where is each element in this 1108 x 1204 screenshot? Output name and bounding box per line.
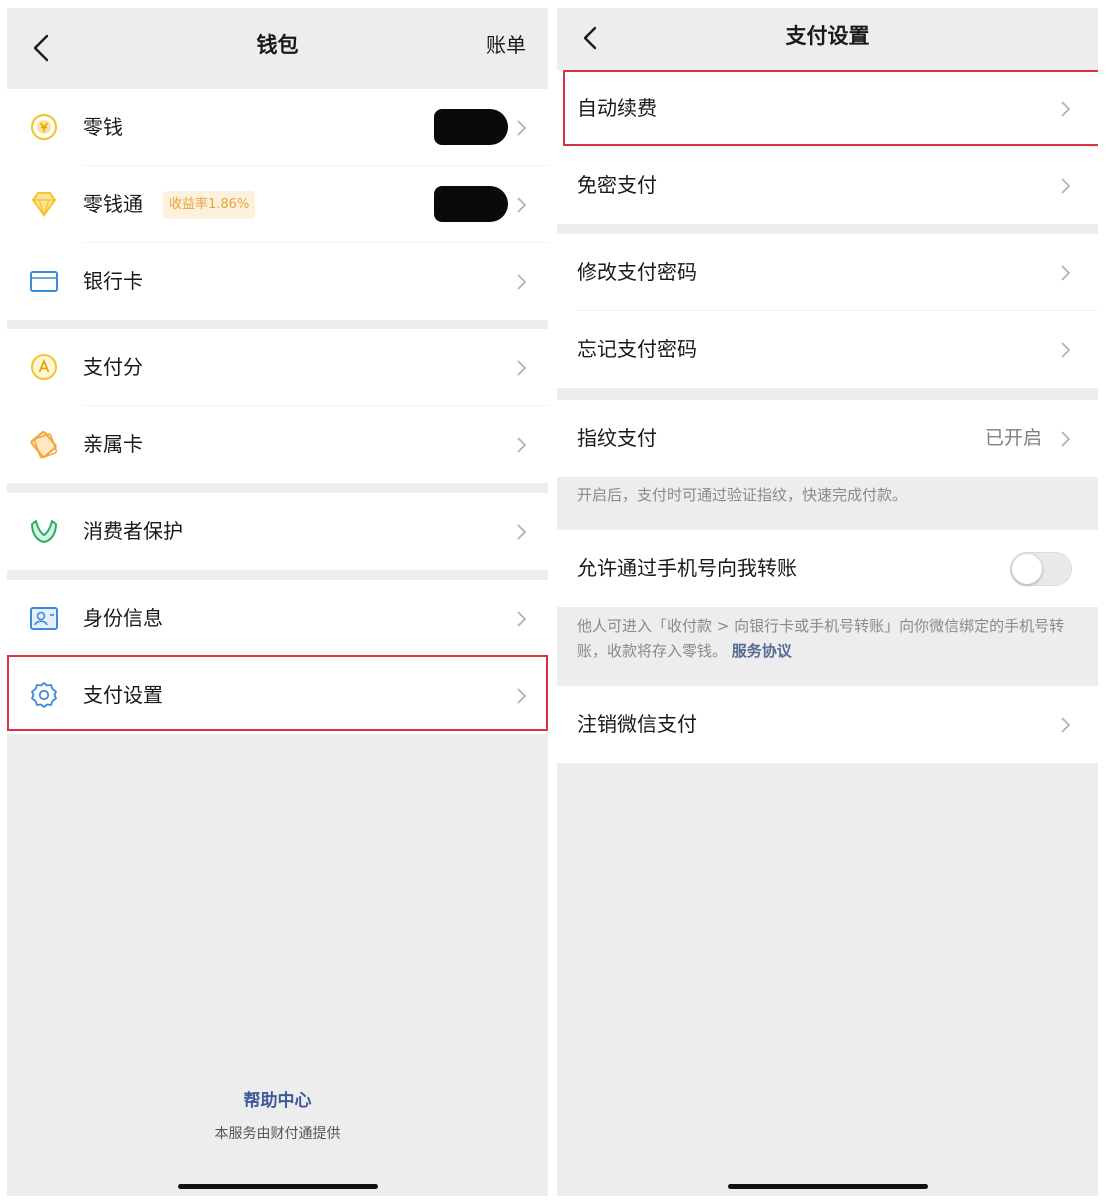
list-item-label: 银行卡 <box>83 269 143 293</box>
wallet-group-settings: 身份信息 支付设置 <box>7 580 548 734</box>
list-item-password-free[interactable]: 免密支付 <box>557 147 1098 224</box>
pay-score-icon <box>31 354 57 380</box>
home-indicator <box>177 1184 378 1189</box>
wallet-group-protection: 消费者保护 <box>7 493 548 570</box>
list-item-payment-settings[interactable]: 支付设置 <box>7 657 548 734</box>
help-center-link[interactable]: 帮助中心 <box>7 1086 548 1111</box>
protection-icon <box>31 520 57 543</box>
chevron-right-icon <box>517 274 527 290</box>
redacted-amount <box>434 109 508 145</box>
chevron-right-icon <box>1061 265 1071 281</box>
fingerprint-status: 已开启 <box>984 427 1042 449</box>
list-item-change[interactable]: 零钱 <box>7 89 548 166</box>
gear-icon <box>31 682 57 708</box>
list-item-family-card[interactable]: 亲属卡 <box>7 406 548 483</box>
bank-card-icon <box>30 271 58 292</box>
list-item-label: 忘记支付密码 <box>577 337 697 361</box>
settings-group-cancel: 注销微信支付 <box>557 686 1098 763</box>
list-item-label: 零钱通 <box>83 192 143 216</box>
list-item-label: 免密支付 <box>577 173 657 197</box>
wallet-group-balance: 零钱 零钱通 收益率1.86% 银行卡 <box>7 89 548 320</box>
chevron-right-icon <box>1061 717 1071 733</box>
payment-settings-nav-bar: 支付设置 <box>557 8 1098 70</box>
chevron-right-icon <box>517 437 527 453</box>
list-item-label: 修改支付密码 <box>577 260 697 284</box>
list-item-consumer-protection[interactable]: 消费者保护 <box>7 493 548 570</box>
redacted-amount <box>434 186 508 222</box>
chevron-right-icon <box>517 524 527 540</box>
phone-transfer-hint-text: 他人可进入「收付款 > 向银行卡或手机号转账」向你微信绑定的手机号转账，收款将存… <box>577 617 1065 660</box>
settings-group-renew: 自动续费 免密支付 <box>557 70 1098 224</box>
chevron-right-icon <box>1061 431 1071 447</box>
list-item-label: 亲属卡 <box>83 432 143 456</box>
chevron-right-icon <box>1061 101 1071 117</box>
list-item-label: 消费者保护 <box>83 519 183 543</box>
list-item-allow-phone-transfer: 允许通过手机号向我转账 <box>557 530 1098 607</box>
chevron-right-icon <box>1061 178 1071 194</box>
id-card-icon <box>30 607 58 630</box>
list-item-lingqiantong[interactable]: 零钱通 收益率1.86% <box>7 166 548 243</box>
provider-note: 本服务由财付通提供 <box>214 1126 341 1142</box>
chevron-right-icon <box>1061 342 1071 358</box>
list-item-label: 身份信息 <box>83 606 163 630</box>
toggle-knob <box>1012 554 1042 584</box>
bill-link[interactable]: 账单 <box>486 8 526 88</box>
chevron-right-icon <box>517 197 527 213</box>
list-item-pay-score[interactable]: 支付分 <box>7 329 548 406</box>
list-item-label: 指纹支付 <box>577 426 657 450</box>
chevron-right-icon <box>517 120 527 136</box>
list-item-label: 零钱 <box>83 115 123 139</box>
list-item-label: 支付分 <box>83 355 143 379</box>
list-item-cancel-wechat-pay[interactable]: 注销微信支付 <box>557 686 1098 763</box>
wallet-group-services: 支付分 亲属卡 <box>7 329 548 483</box>
fingerprint-hint: 开启后，支付时可通过验证指纹，快速完成付款。 <box>577 486 908 504</box>
wallet-nav-bar: 钱包 账单 <box>7 8 548 88</box>
phone-transfer-hint: 他人可进入「收付款 > 向银行卡或手机号转账」向你微信绑定的手机号转账，收款将存… <box>557 614 1098 664</box>
list-item-label: 支付设置 <box>83 683 163 707</box>
family-card-icon <box>30 431 58 459</box>
chevron-right-icon <box>517 688 527 704</box>
chevron-right-icon <box>517 611 527 627</box>
chevron-right-icon <box>517 360 527 376</box>
list-item-label: 允许通过手机号向我转账 <box>577 556 797 580</box>
list-item-identity[interactable]: 身份信息 <box>7 580 548 657</box>
page-title: 支付设置 <box>785 24 870 48</box>
page-title: 钱包 <box>256 33 299 57</box>
list-item-label: 自动续费 <box>577 96 657 120</box>
settings-group-fingerprint: 指纹支付 已开启 <box>557 400 1098 477</box>
yield-badge: 收益率1.86% <box>163 191 256 219</box>
list-item-label: 注销微信支付 <box>577 712 697 736</box>
diamond-icon <box>31 192 57 218</box>
settings-group-phone-transfer: 允许通过手机号向我转账 <box>557 530 1098 607</box>
list-item-auto-renew[interactable]: 自动续费 <box>557 70 1098 147</box>
home-indicator <box>727 1184 928 1189</box>
list-item-forgot-password[interactable]: 忘记支付密码 <box>557 311 1098 388</box>
wallet-screen: 钱包 账单 零钱 零钱通 收益率1.86% 银行卡 支付分 亲属卡 消费者保护 … <box>7 8 548 1196</box>
list-item-fingerprint[interactable]: 指纹支付 已开启 <box>557 400 1098 477</box>
service-agreement-link[interactable]: 服务协议 <box>732 642 792 660</box>
coin-icon <box>30 113 58 141</box>
list-item-change-password[interactable]: 修改支付密码 <box>557 234 1098 311</box>
settings-group-password: 修改支付密码 忘记支付密码 <box>557 234 1098 388</box>
payment-settings-screen: 支付设置 自动续费 免密支付 修改支付密码 忘记支付密码 指纹支付 已开启 开启… <box>557 8 1098 1196</box>
phone-transfer-toggle[interactable] <box>1010 552 1072 586</box>
list-item-bank-card[interactable]: 银行卡 <box>7 243 548 320</box>
